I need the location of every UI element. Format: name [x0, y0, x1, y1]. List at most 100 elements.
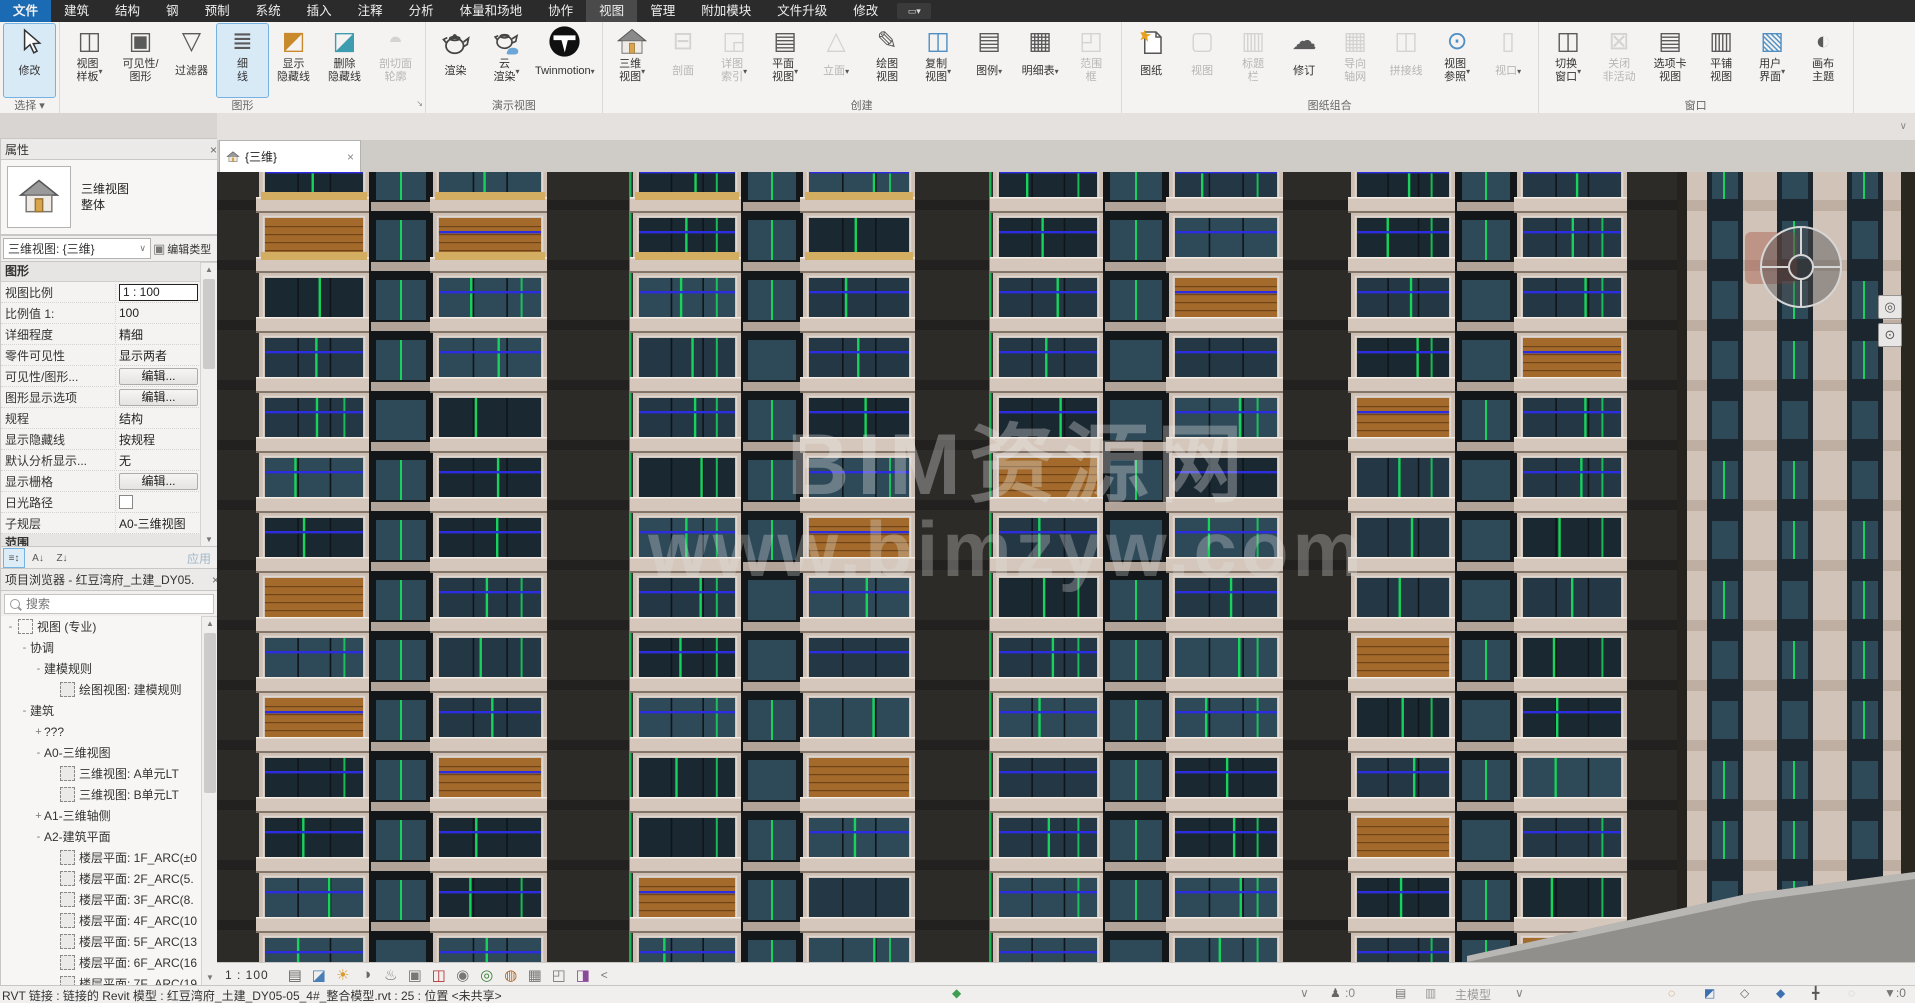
sync-center-icon[interactable]: ◆ — [952, 986, 961, 1000]
shadows-icon[interactable]: ◑ — [355, 966, 379, 984]
visual-style-icon[interactable]: ◪ — [307, 966, 331, 984]
twinmotion-button[interactable]: Twinmotion — [532, 24, 598, 97]
crop-region-icon[interactable]: ◫ — [427, 966, 451, 984]
file-menu-tab[interactable]: 文件 — [0, 0, 52, 22]
tree-expander-icon[interactable]: + — [33, 726, 44, 738]
canvas-theme-button[interactable]: ◐ 画布 主题 — [1798, 24, 1849, 97]
tree-item[interactable]: 三维视图: A单元LT — [1, 763, 202, 784]
remove-hidden-lines-button[interactable]: ◪ 删除 隐藏线 — [319, 24, 370, 97]
ribbon-tab-管理[interactable]: 管理 — [637, 0, 688, 22]
property-value[interactable]: 按规程 — [116, 431, 201, 448]
tree-item[interactable]: 楼层平面: 3F_ARC(8. — [1, 889, 202, 910]
sun-path-icon[interactable]: ☀ — [331, 966, 355, 984]
crop-view-icon[interactable]: ▣ — [403, 966, 427, 984]
ribbon-tab-体量和场地[interactable]: 体量和场地 — [447, 0, 536, 22]
view-scale-input[interactable]: 1 : 100 — [119, 283, 198, 301]
tree-expander-icon[interactable]: - — [19, 705, 30, 717]
tree-expander-icon[interactable]: - — [33, 831, 44, 843]
ribbon-tab-视图[interactable]: 视图 — [586, 0, 638, 22]
tree-item[interactable]: 楼层平面: 1F_ARC(±0 — [1, 847, 202, 868]
type-selector[interactable]: 三维视图 整体 — [0, 159, 218, 235]
chevron-left-icon[interactable]: < — [601, 968, 608, 982]
render-button[interactable]: 渲染 — [430, 24, 481, 97]
property-value[interactable]: 100 — [116, 306, 201, 320]
tree-item[interactable]: - 建筑 — [1, 700, 202, 721]
cloud-render-button[interactable]: 云 渲染 — [481, 24, 532, 97]
drag-elements-on-selection-icon[interactable]: ╋ — [1812, 986, 1819, 1000]
rendering-dialog-icon[interactable]: ♨ — [379, 966, 403, 984]
3d-view-button[interactable]: 三维 视图 — [607, 24, 658, 97]
worksets-dialog-icon[interactable]: ▤ — [1395, 986, 1406, 1000]
ribbon-tab-建筑[interactable]: 建筑 — [51, 0, 102, 22]
tree-item[interactable]: 绘图视图: 建模规则 — [1, 679, 202, 700]
tree-expander-icon[interactable]: - — [19, 642, 30, 654]
plan-view-button[interactable]: ▤ 平面 视图 — [760, 24, 811, 97]
edit-button[interactable]: 编辑... — [119, 367, 198, 385]
ribbon-tab-文件升级[interactable]: 文件升级 — [764, 0, 840, 22]
view-tab-3d[interactable]: {三维} × — [219, 140, 361, 172]
model-3d-viewport[interactable]: BIM资源网 www.bimzyw.com ◎ ⊙ — [217, 172, 1915, 962]
tree-item[interactable]: 三维视图: B单元LT — [1, 784, 202, 805]
property-value[interactable]: 结构 — [116, 410, 201, 427]
tree-expander-icon[interactable]: + — [33, 810, 44, 822]
select-underlay-elements-icon[interactable]: ◩ — [1704, 986, 1715, 1000]
schedules-button[interactable]: ▦ 明细表 — [1015, 24, 1066, 97]
select-elements-by-face-icon[interactable]: ◆ — [1776, 986, 1785, 1000]
view-reference-button[interactable]: ⊙ 视图 参照 — [1432, 24, 1483, 97]
sort-descending-button[interactable]: Z↓ — [51, 548, 73, 568]
visibility-graphics-button[interactable]: ▣ 可见性/ 图形 — [115, 24, 166, 97]
edit-button[interactable]: 编辑... — [119, 472, 198, 490]
view-template-button[interactable]: ◫ 视图 样板 — [64, 24, 115, 97]
sun-path-checkbox[interactable] — [119, 495, 133, 509]
ribbon-tab-修改[interactable]: 修改 — [840, 0, 891, 22]
search-input-box[interactable] — [4, 593, 214, 614]
unlocked-3d-view-icon[interactable]: ◉ — [451, 966, 475, 984]
ribbon-tab-系统[interactable]: 系统 — [243, 0, 294, 22]
property-value[interactable]: 无 — [116, 452, 201, 469]
drafting-view-button[interactable]: ✎ 绘图 视图 — [862, 24, 913, 97]
editable-only-icon[interactable]: ▥ — [1425, 986, 1436, 1000]
editing-requests-icon[interactable]: ♟ — [1330, 986, 1341, 1000]
ribbon-tab-协作[interactable]: 协作 — [535, 0, 586, 22]
tree-item[interactable]: + A1-三维轴侧 — [1, 805, 202, 826]
property-group-header[interactable]: 图形 — [1, 262, 201, 282]
apply-button[interactable]: 应用 — [187, 550, 211, 567]
ribbon-tab-结构[interactable]: 结构 — [102, 0, 153, 22]
modify-button[interactable]: 修改 — [3, 23, 56, 98]
view-type-dropdown[interactable]: 三维视图: {三维} ∨ — [3, 238, 151, 259]
progress-icon[interactable]: ◌ — [1848, 986, 1855, 1000]
scale-control[interactable]: 1 : 100 — [225, 968, 269, 982]
property-value[interactable]: A0-三维视图 — [116, 515, 201, 532]
navigation-wheel-button[interactable]: ◎ — [1878, 295, 1902, 319]
chevron-down-icon[interactable]: ∨ — [1300, 986, 1309, 1000]
switch-windows-button[interactable]: ◫ 切换 窗口 — [1543, 24, 1594, 97]
edit-button[interactable]: 编辑... — [119, 388, 198, 406]
tree-item[interactable]: 楼层平面: 2F_ARC(5. — [1, 868, 202, 889]
thin-lines-button[interactable]: ≣ 细 线 — [216, 23, 269, 98]
revisions-button[interactable]: ☁ 修订 — [1279, 24, 1330, 97]
ribbon-tab-注释[interactable]: 注释 — [345, 0, 396, 22]
sort-default-button[interactable]: ≡↕ — [3, 548, 25, 568]
edit-type-button[interactable]: ▣ 编辑类型 — [151, 241, 217, 257]
ribbon-tab-钢[interactable]: 钢 — [153, 0, 192, 22]
detail-level-icon[interactable]: ▤ — [283, 966, 307, 984]
tree-expander-icon[interactable]: - — [5, 621, 16, 633]
close-icon[interactable]: × — [347, 150, 354, 164]
property-group-header[interactable]: 范围 — [1, 534, 201, 546]
select-links-icon[interactable]: ◌ — [1668, 986, 1675, 1000]
tree-item[interactable]: 楼层平面: 5F_ARC(13 — [1, 931, 202, 952]
property-value[interactable]: 显示两者 — [116, 347, 201, 364]
search-input[interactable] — [24, 595, 213, 612]
properties-scrollbar[interactable]: ▲ ▼ — [200, 262, 218, 548]
tree-item[interactable]: - 协调 — [1, 637, 202, 658]
tab-views-button[interactable]: ▤ 选项卡 视图 — [1645, 24, 1696, 97]
show-hidden-lines-button[interactable]: ◩ 显示 隐藏线 — [268, 24, 319, 97]
user-interface-button[interactable]: ▧ 用户 界面 — [1747, 24, 1798, 97]
ribbon-tab-插入[interactable]: 插入 — [294, 0, 345, 22]
dialog-launcher-icon[interactable]: ↘ — [416, 99, 423, 108]
temporary-hide-isolate-icon[interactable]: ◎ — [475, 966, 499, 984]
tree-item[interactable]: - A0-三维视图 — [1, 742, 202, 763]
ribbon-tab-分析[interactable]: 分析 — [396, 0, 447, 22]
reveal-hidden-elements-icon[interactable]: ◍ — [499, 966, 523, 984]
zoom-tool-button[interactable]: ⊙ — [1878, 323, 1902, 347]
